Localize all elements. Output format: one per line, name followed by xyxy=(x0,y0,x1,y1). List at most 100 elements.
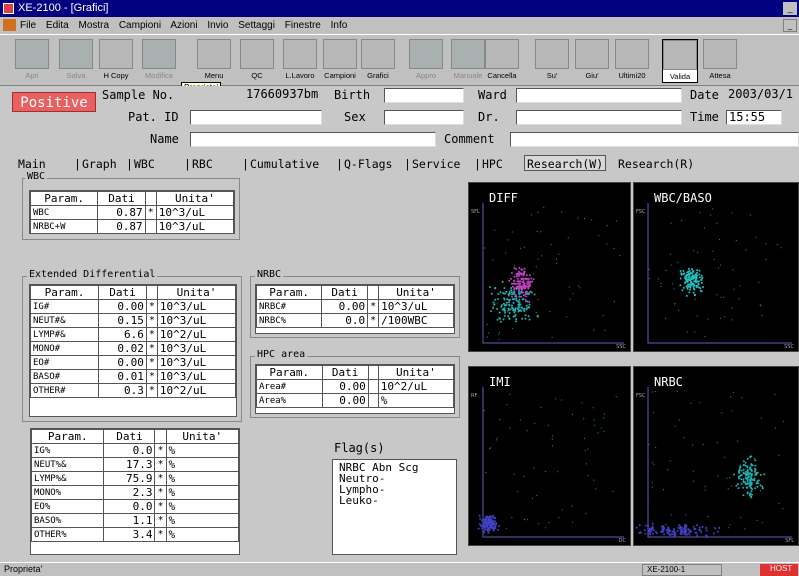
scatter-point xyxy=(493,303,496,306)
toolbar-button-14[interactable]: Ultimi20 xyxy=(614,39,650,83)
up-icon xyxy=(535,39,569,69)
ward-field[interactable] xyxy=(516,88,682,103)
toolbar-button-10[interactable]: Manuale xyxy=(450,39,486,83)
scatter-point xyxy=(727,488,729,490)
scatter-point xyxy=(733,288,735,290)
scatter-point xyxy=(516,491,518,493)
toolbar-button-1[interactable]: Salva xyxy=(58,39,94,83)
scatter-point xyxy=(696,271,698,274)
scatter-plot xyxy=(477,387,624,538)
toolbar-button-label: Modifica xyxy=(145,71,173,80)
scatter-point xyxy=(488,520,491,523)
scatter-point xyxy=(669,534,672,537)
toolbar-button-11[interactable]: Cancella xyxy=(484,39,520,83)
tab-3[interactable]: RBC xyxy=(192,156,213,172)
sample-number-field[interactable]: 17660937bm xyxy=(188,88,328,103)
scatter-point xyxy=(718,526,721,529)
param-flag: * xyxy=(145,369,158,384)
name-field[interactable] xyxy=(190,132,436,147)
scatter-point xyxy=(685,294,688,297)
date-field[interactable]: 2003/03/1 xyxy=(726,88,799,103)
doctor-field[interactable] xyxy=(516,110,682,125)
menu-campioni[interactable]: Campioni xyxy=(119,20,161,31)
scatter-point xyxy=(702,443,704,446)
scatter-point xyxy=(742,460,745,463)
scatter-point xyxy=(679,277,682,280)
column-header-unita: Unita' xyxy=(378,285,454,300)
scatter-point xyxy=(478,523,481,526)
scatter-point xyxy=(647,500,649,502)
menu-invio[interactable]: Invio xyxy=(207,20,228,31)
toolbar-button-8[interactable]: Grafici xyxy=(360,39,396,83)
mdi-restore-button[interactable]: _ xyxy=(783,19,797,32)
comment-field[interactable] xyxy=(510,132,799,147)
scatter-point xyxy=(663,533,666,536)
toolbar-button-15[interactable]: Valida xyxy=(662,39,698,83)
menu-edita[interactable]: Edita xyxy=(46,20,69,31)
scatter-point xyxy=(488,526,491,529)
param-unit: % xyxy=(377,393,455,408)
scatter-point xyxy=(744,528,746,530)
scatter-point xyxy=(529,290,532,293)
menu-settaggi[interactable]: Settaggi xyxy=(238,20,275,31)
scatter-point xyxy=(652,532,654,535)
tab-2[interactable]: WBC xyxy=(134,156,155,172)
menu-azioni[interactable]: Azioni xyxy=(170,20,197,31)
tab-5[interactable]: Q-Flags xyxy=(344,156,392,172)
param-name: Area% xyxy=(256,393,323,408)
scatter-point xyxy=(477,527,480,530)
birth-field[interactable] xyxy=(384,88,464,103)
scatter-point xyxy=(695,284,698,287)
param-name: NRBC+W xyxy=(29,219,99,234)
y-axis-label: FSC xyxy=(636,393,646,399)
scatter-point xyxy=(538,523,540,525)
menu-info[interactable]: Info xyxy=(331,20,348,31)
toolbar-button-6[interactable]: L.Lavoro xyxy=(282,39,318,83)
hpc-group: HPC area Param. Dati Unita' Area# 0.00 10^2/u… xyxy=(250,349,460,418)
scatter-point xyxy=(697,282,700,285)
scatter-point xyxy=(759,304,761,306)
tab-1[interactable]: Graph xyxy=(82,156,117,172)
toolbar-button-2[interactable]: H Copy xyxy=(98,39,134,83)
param-flag: * xyxy=(154,513,167,528)
scatter-point xyxy=(707,516,709,518)
toolbar-button-16[interactable]: Attesa xyxy=(702,39,738,83)
toolbar-button-12[interactable]: Su' xyxy=(534,39,570,83)
scatter-point xyxy=(555,258,557,260)
param-table: Param. Dati Unita' IG% 0.0 *% NEUT%& 17.3 *% LYMP… xyxy=(30,429,240,542)
scatter-point xyxy=(736,440,739,442)
tab-6[interactable]: Service xyxy=(412,156,460,172)
param-name: BASO# xyxy=(29,369,100,384)
sex-field[interactable] xyxy=(384,110,464,125)
menu-file[interactable]: File xyxy=(20,20,36,31)
scatter-point xyxy=(693,250,695,252)
scatter-point xyxy=(529,284,531,287)
toolbar-button-13[interactable]: Giu' xyxy=(574,39,610,83)
toolbar-button-0[interactable]: Apri xyxy=(14,39,50,83)
toolbar-button-label: Attesa xyxy=(709,71,731,80)
scatter-point xyxy=(558,517,560,519)
toolbar-button-4[interactable]: Menu xyxy=(196,39,232,83)
scatter-point xyxy=(756,480,759,483)
scatter-point xyxy=(782,508,784,510)
menu-mostra[interactable]: Mostra xyxy=(78,20,109,31)
window-minimize-button[interactable]: _ xyxy=(783,2,797,15)
scatter-point xyxy=(699,276,701,279)
scatter-point xyxy=(662,526,665,529)
tab-8[interactable]: Research(W) xyxy=(524,155,607,171)
toolbar-button-3[interactable]: Modifica xyxy=(141,39,177,83)
toolbar-button-7[interactable]: Campioni xyxy=(322,39,358,83)
tab-0[interactable]: Main xyxy=(18,156,46,172)
menu-finestre[interactable]: Finestre xyxy=(285,20,321,31)
scatter-point xyxy=(754,473,757,476)
tab-9[interactable]: Research(R) xyxy=(618,156,694,172)
scatter-point xyxy=(526,280,529,283)
tab-7[interactable]: HPC xyxy=(482,156,503,172)
time-field[interactable]: 15:55 xyxy=(726,110,782,125)
scatter-point xyxy=(738,477,740,480)
toolbar-button-5[interactable]: QC xyxy=(239,39,275,83)
tab-4[interactable]: Cumulative xyxy=(250,156,319,172)
scatter-point xyxy=(696,269,699,272)
patient-id-field[interactable] xyxy=(190,110,322,125)
toolbar-button-9[interactable]: Appro xyxy=(408,39,444,83)
